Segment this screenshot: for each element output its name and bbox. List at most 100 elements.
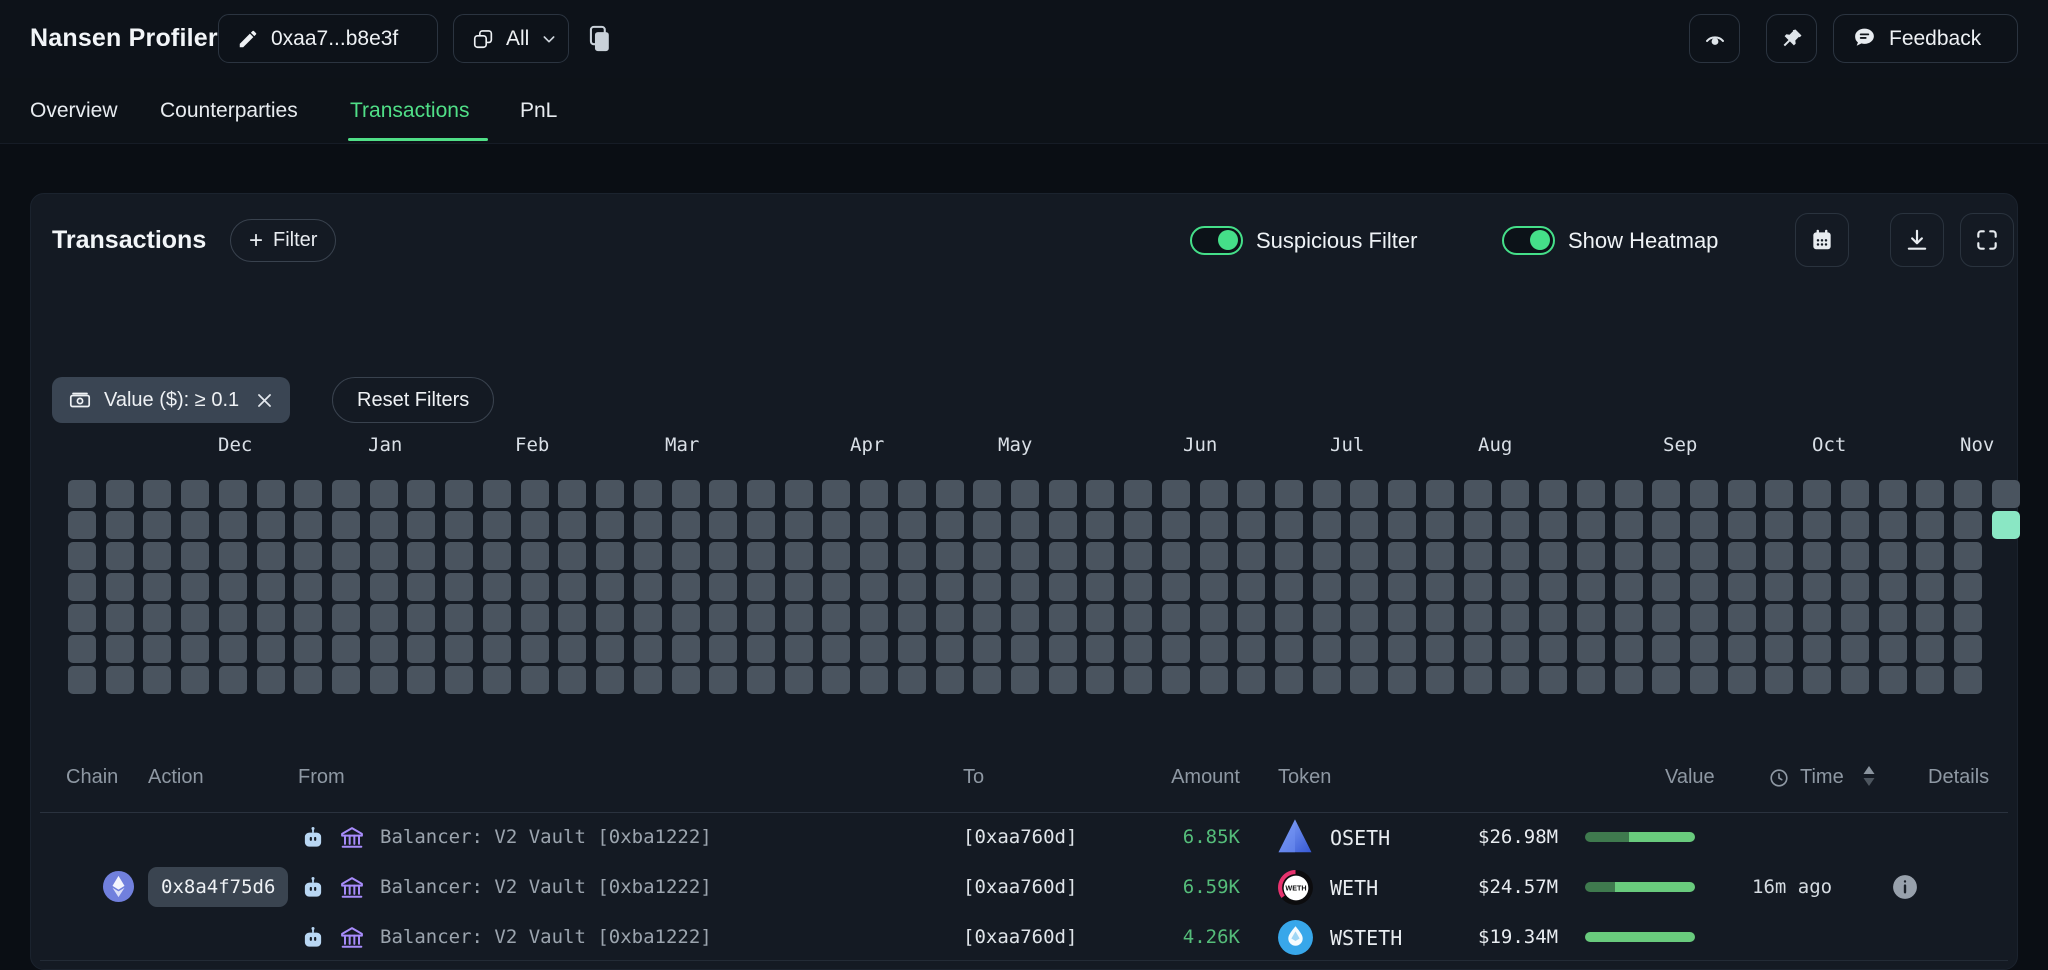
- heatmap-cell[interactable]: [370, 480, 398, 508]
- heatmap-cell[interactable]: [106, 480, 134, 508]
- heatmap-cell[interactable]: [483, 666, 511, 694]
- heatmap-cell[interactable]: [1501, 542, 1529, 570]
- heatmap-cell[interactable]: [785, 635, 813, 663]
- heatmap-cell[interactable]: [1841, 604, 1869, 632]
- heatmap-cell[interactable]: [672, 666, 700, 694]
- heatmap-cell[interactable]: [709, 573, 737, 601]
- heatmap-cell[interactable]: [973, 480, 1001, 508]
- heatmap-cell[interactable]: [445, 604, 473, 632]
- col-header-token[interactable]: Token: [1278, 766, 1331, 789]
- heatmap-cell[interactable]: [558, 542, 586, 570]
- heatmap-cell[interactable]: [332, 480, 360, 508]
- heatmap-cell[interactable]: [483, 542, 511, 570]
- heatmap-cell[interactable]: [898, 635, 926, 663]
- heatmap-cell[interactable]: [106, 604, 134, 632]
- heatmap-cell[interactable]: [1124, 480, 1152, 508]
- copy-address-icon[interactable]: [585, 24, 613, 54]
- heatmap-cell[interactable]: [1728, 480, 1756, 508]
- heatmap-cell[interactable]: [898, 542, 926, 570]
- heatmap-cell[interactable]: [294, 542, 322, 570]
- heatmap-cell[interactable]: [219, 480, 247, 508]
- heatmap-cell[interactable]: [219, 635, 247, 663]
- heatmap-cell[interactable]: [860, 635, 888, 663]
- feedback-button[interactable]: Feedback: [1833, 14, 2018, 63]
- heatmap-cell[interactable]: [181, 480, 209, 508]
- col-header-action[interactable]: Action: [148, 766, 204, 789]
- heatmap-cell[interactable]: [143, 666, 171, 694]
- heatmap-cell[interactable]: [1162, 542, 1190, 570]
- heatmap-cell[interactable]: [822, 511, 850, 539]
- heatmap-cell[interactable]: [483, 511, 511, 539]
- heatmap-cell[interactable]: [634, 573, 662, 601]
- heatmap-cell[interactable]: [1539, 604, 1567, 632]
- heatmap-cell[interactable]: [106, 635, 134, 663]
- heatmap-cell[interactable]: [1200, 542, 1228, 570]
- heatmap-cell[interactable]: [1200, 666, 1228, 694]
- heatmap-cell[interactable]: [936, 604, 964, 632]
- heatmap-cell[interactable]: [747, 511, 775, 539]
- heatmap-cell[interactable]: [143, 480, 171, 508]
- token-label[interactable]: WSTETH: [1330, 926, 1402, 950]
- heatmap-cell[interactable]: [1350, 480, 1378, 508]
- heatmap-cell[interactable]: [521, 542, 549, 570]
- heatmap-cell[interactable]: [1954, 511, 1982, 539]
- heatmap-cell[interactable]: [1124, 635, 1152, 663]
- col-header-time[interactable]: Time: [1800, 766, 1844, 789]
- heatmap-cell[interactable]: [1879, 573, 1907, 601]
- heatmap-cell[interactable]: [898, 480, 926, 508]
- heatmap-cell[interactable]: [1841, 542, 1869, 570]
- heatmap-cell[interactable]: [219, 542, 247, 570]
- heatmap-cell[interactable]: [1954, 573, 1982, 601]
- heatmap-cell[interactable]: [219, 666, 247, 694]
- heatmap-cell[interactable]: [1803, 480, 1831, 508]
- col-header-details[interactable]: Details: [1928, 766, 1989, 789]
- heatmap-cell[interactable]: [1388, 542, 1416, 570]
- heatmap-cell[interactable]: [1615, 573, 1643, 601]
- heatmap-cell[interactable]: [1841, 511, 1869, 539]
- heatmap-cell[interactable]: [1237, 573, 1265, 601]
- heatmap-cell[interactable]: [1765, 573, 1793, 601]
- heatmap-cell[interactable]: [709, 635, 737, 663]
- heatmap-cell[interactable]: [257, 511, 285, 539]
- heatmap-cell[interactable]: [936, 573, 964, 601]
- heatmap-cell-highlighted[interactable]: [1992, 511, 2020, 539]
- heatmap-cell[interactable]: [1954, 666, 1982, 694]
- to-address[interactable]: [0xaa760d]: [963, 926, 1077, 948]
- heatmap-cell[interactable]: [445, 511, 473, 539]
- heatmap-cell[interactable]: [1049, 666, 1077, 694]
- heatmap-cell[interactable]: [1011, 480, 1039, 508]
- token-label[interactable]: OSETH: [1330, 826, 1390, 850]
- col-header-value[interactable]: Value: [1665, 766, 1715, 789]
- to-address[interactable]: [0xaa760d]: [963, 826, 1077, 848]
- heatmap-cell[interactable]: [1841, 480, 1869, 508]
- heatmap-cell[interactable]: [747, 666, 775, 694]
- from-address[interactable]: Balancer: V2 Vault [0xba1222]: [380, 926, 712, 948]
- heatmap-cell[interactable]: [558, 511, 586, 539]
- heatmap-cell[interactable]: [1350, 511, 1378, 539]
- show-heatmap-toggle[interactable]: [1502, 226, 1555, 255]
- heatmap-cell[interactable]: [558, 480, 586, 508]
- heatmap-cell[interactable]: [973, 635, 1001, 663]
- heatmap-cell[interactable]: [407, 666, 435, 694]
- heatmap-cell[interactable]: [1577, 573, 1605, 601]
- heatmap-cell[interactable]: [1954, 604, 1982, 632]
- heatmap-cell[interactable]: [1577, 635, 1605, 663]
- heatmap-cell[interactable]: [1313, 635, 1341, 663]
- heatmap-cell[interactable]: [1879, 666, 1907, 694]
- heatmap-cell[interactable]: [672, 480, 700, 508]
- heatmap-cell[interactable]: [294, 604, 322, 632]
- heatmap-cell[interactable]: [521, 511, 549, 539]
- heatmap-cell[interactable]: [1162, 480, 1190, 508]
- heatmap-cell[interactable]: [860, 542, 888, 570]
- heatmap-cell[interactable]: [1200, 604, 1228, 632]
- heatmap-cell[interactable]: [1086, 573, 1114, 601]
- heatmap-cell[interactable]: [1049, 635, 1077, 663]
- heatmap-cell[interactable]: [257, 542, 285, 570]
- heatmap-cell[interactable]: [1916, 573, 1944, 601]
- heatmap-cell[interactable]: [973, 604, 1001, 632]
- heatmap-cell[interactable]: [1275, 666, 1303, 694]
- heatmap-cell[interactable]: [973, 573, 1001, 601]
- heatmap-cell[interactable]: [1049, 511, 1077, 539]
- heatmap-cell[interactable]: [407, 604, 435, 632]
- heatmap-cell[interactable]: [257, 480, 285, 508]
